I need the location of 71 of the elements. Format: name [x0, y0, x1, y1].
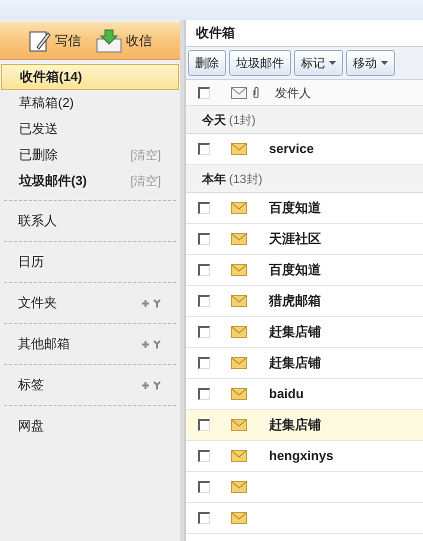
- sender-name: baidu: [269, 385, 304, 404]
- checkbox[interactable]: [198, 357, 210, 369]
- receive-button[interactable]: 收信: [95, 28, 152, 52]
- add-filter-icon[interactable]: [142, 380, 162, 390]
- envelope-icon: [231, 295, 247, 307]
- page-title: 收件箱: [195, 24, 236, 42]
- checkbox[interactable]: [198, 295, 210, 307]
- checkbox[interactable]: [198, 388, 210, 400]
- checkbox[interactable]: [198, 202, 210, 214]
- sender-name: 天涯社区: [269, 230, 321, 248]
- envelope-icon: [231, 86, 247, 98]
- sender-name: 百度知道: [269, 199, 321, 218]
- checkbox[interactable]: [198, 86, 210, 98]
- envelope-icon: [231, 264, 247, 276]
- envelope-icon: [231, 481, 247, 493]
- envelope-icon: [231, 233, 247, 245]
- checkbox[interactable]: [198, 143, 210, 155]
- checkbox[interactable]: [198, 419, 210, 431]
- checkbox[interactable]: [198, 326, 210, 338]
- checkbox[interactable]: [198, 512, 210, 524]
- nav-section[interactable]: 网盘: [0, 406, 180, 446]
- add-filter-icon[interactable]: [142, 340, 162, 348]
- envelope-icon: [231, 357, 247, 369]
- nav-section[interactable]: 文件夹: [0, 283, 180, 323]
- notepad-pen-icon: [28, 28, 52, 52]
- envelope-icon: [231, 419, 247, 431]
- envelope-icon: [231, 388, 247, 400]
- folder-item[interactable]: 收件箱(14): [1, 64, 179, 90]
- sender-name: 百度知道: [269, 261, 321, 280]
- envelope-icon: [231, 512, 247, 524]
- toolbar-button[interactable]: 删除: [188, 50, 226, 76]
- sender-name: hengxinys: [269, 447, 334, 466]
- envelope-icon: [231, 202, 247, 214]
- mail-row[interactable]: 赶集店铺: [186, 317, 423, 348]
- envelope-icon: [231, 326, 247, 338]
- nav-section[interactable]: 日历: [0, 242, 180, 282]
- nav-section[interactable]: 其他邮箱: [0, 324, 180, 364]
- folder-item[interactable]: 垃圾邮件(3) [清空]: [1, 168, 179, 194]
- mail-row[interactable]: 百度知道: [186, 255, 423, 286]
- mail-row[interactable]: hengxinys: [186, 441, 423, 472]
- mail-row[interactable]: 百度知道: [186, 193, 423, 224]
- sender-name: 猎虎邮箱: [269, 292, 321, 310]
- mail-row[interactable]: 赶集店铺: [186, 410, 423, 441]
- toolbar-button[interactable]: 移动: [346, 50, 395, 76]
- mail-row[interactable]: 赶集店铺: [186, 348, 423, 379]
- checkbox[interactable]: [198, 264, 210, 276]
- folder-item[interactable]: 已发送: [1, 116, 179, 142]
- nav-section[interactable]: 标签: [0, 365, 180, 405]
- checkbox[interactable]: [198, 450, 210, 462]
- envelope-icon: [231, 143, 247, 155]
- mail-row[interactable]: 天涯社区: [186, 224, 423, 255]
- checkbox[interactable]: [198, 233, 210, 245]
- sender-name: 赶集店铺: [269, 323, 321, 342]
- nav-section[interactable]: 联系人: [0, 201, 180, 241]
- folder-item[interactable]: 已删除 [清空]: [1, 142, 179, 168]
- mail-row[interactable]: 猎虎邮箱: [186, 286, 423, 317]
- toolbar-button[interactable]: 标记: [294, 50, 343, 76]
- sender-name: service: [269, 140, 314, 158]
- envelope-arrow-icon: [95, 28, 123, 52]
- checkbox[interactable]: [198, 481, 210, 493]
- toolbar-button[interactable]: 垃圾邮件: [229, 50, 291, 76]
- add-filter-icon[interactable]: [142, 298, 162, 308]
- envelope-icon: [231, 450, 247, 462]
- group-header: 今天 (1封): [186, 106, 423, 134]
- group-header: 本年 (13封): [186, 165, 423, 193]
- sender-name: 赶集店铺: [269, 416, 321, 434]
- column-heading[interactable]: 发件人: [275, 84, 311, 102]
- compose-button[interactable]: 写信: [28, 28, 81, 52]
- sender-name: 赶集店铺: [269, 354, 321, 372]
- folder-item[interactable]: 草稿箱(2): [1, 90, 179, 116]
- paperclip-icon: [253, 87, 259, 98]
